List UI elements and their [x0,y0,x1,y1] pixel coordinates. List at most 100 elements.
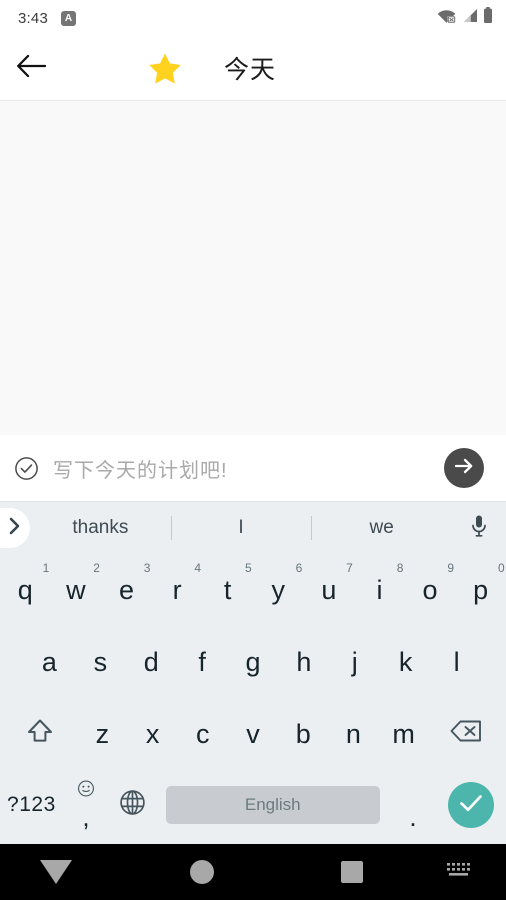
key-h[interactable]: h [278,626,329,698]
key-l[interactable]: l [431,626,482,698]
enter-key[interactable] [436,782,506,828]
keyboard-indicator-icon [446,861,472,884]
key-z[interactable]: z [77,698,127,770]
symbols-key[interactable]: ?123 [0,793,63,817]
key-n[interactable]: n [328,698,378,770]
arrow-left-icon [16,53,47,84]
emoji-smiley-icon[interactable] [78,780,95,797]
system-navigation-bar [0,844,506,900]
comma-key[interactable]: , [63,780,110,833]
key-u[interactable]: 7 u [304,554,355,626]
check-circle-icon[interactable] [14,456,39,481]
key-label: u [321,574,337,605]
period-key[interactable]: . [390,782,437,830]
space-key[interactable]: English [165,786,380,824]
language-switch-key[interactable] [109,789,156,821]
key-r[interactable]: 4 r [152,554,203,626]
page-title: 今天 [224,56,277,84]
comma-label: , [82,802,90,833]
key-d[interactable]: d [126,626,177,698]
key-w[interactable]: 2 w [51,554,102,626]
key-label: t [223,574,232,605]
key-x[interactable]: x [128,698,178,770]
key-e[interactable]: 3 e [101,554,152,626]
key-f[interactable]: f [177,626,228,698]
nav-recents-button[interactable] [292,861,412,883]
keyboard-row-1: 1 q 2 w 3 e 4 r 5 t 6 y 7 u 8 i 9 o 0 p [0,554,506,626]
status-time: 3:43 [18,9,48,27]
key-sup: 0 [497,561,505,575]
arrow-right-icon [453,456,475,481]
key-label: p [473,574,489,605]
note-input-row: 写下今天的计划吧! [0,435,506,501]
nav-recents-square-icon [341,861,363,883]
key-k[interactable]: k [380,626,431,698]
key-sup: 6 [295,561,303,575]
globe-language-icon [119,789,146,821]
key-i[interactable]: 8 i [354,554,405,626]
note-content-area[interactable] [0,101,506,435]
soft-keyboard: thanks I we 1 q 2 w 3 e 4 r 5 t 6 y 7 u … [0,501,506,844]
notification-badge-icon: A [61,10,76,26]
cellular-signal-icon [461,8,478,28]
key-label: o [422,574,438,605]
key-b[interactable]: b [278,698,328,770]
shift-key[interactable] [2,698,77,770]
suggestion-item[interactable]: I [171,517,312,539]
key-q[interactable]: 1 q [0,554,51,626]
note-input-field[interactable]: 写下今天的计划吧! [53,454,444,483]
key-g[interactable]: g [228,626,279,698]
nav-keyboard-indicator[interactable] [412,861,506,884]
expand-suggestions-button[interactable] [0,508,30,548]
key-sup: 1 [42,561,50,575]
battery-icon [483,7,493,29]
phone-screen: 3:43 A 今天 写下今天的计划吧! thanks I we 1 q 2 w … [0,0,506,900]
nav-home-button[interactable] [112,860,292,884]
key-a[interactable]: a [24,626,75,698]
key-y[interactable]: 6 y [253,554,304,626]
key-label: e [118,574,134,605]
key-s[interactable]: s [75,626,126,698]
status-bar: 3:43 A [0,0,506,36]
key-label: w [66,574,86,605]
key-sup: 7 [346,561,353,575]
microphone-icon [470,514,488,543]
key-t[interactable]: 5 t [202,554,253,626]
wifi-off-icon [437,8,456,28]
key-p[interactable]: 0 p [455,554,506,626]
key-c[interactable]: c [178,698,228,770]
microphone-button[interactable] [452,514,506,543]
keyboard-row-3: z x c v b n m [0,698,506,770]
nav-down-triangle-icon [40,860,72,884]
key-sup: 5 [244,561,252,575]
key-label: r [172,574,182,605]
key-label: q [17,574,33,605]
key-j[interactable]: j [329,626,380,698]
back-button[interactable] [0,53,62,84]
key-v[interactable]: v [228,698,278,770]
star-icon[interactable] [148,52,182,85]
app-bar: 今天 [0,36,506,101]
key-sup: 8 [396,561,404,575]
suggestion-item[interactable]: thanks [30,517,171,539]
keyboard-row-2: a s d f g h j k l [0,626,506,698]
check-icon [458,793,484,818]
key-o[interactable]: 9 o [405,554,456,626]
key-label: i [376,574,383,605]
nav-home-circle-icon [190,860,214,884]
status-icons [437,7,493,29]
key-sup: 3 [143,561,151,575]
suggestion-item[interactable]: we [311,517,452,539]
backspace-icon [449,718,483,751]
key-m[interactable]: m [379,698,429,770]
suggestion-strip: thanks I we [0,501,506,554]
suggestions-list: thanks I we [30,517,452,539]
nav-back-button[interactable] [0,860,112,884]
enter-key-circle [448,782,495,828]
backspace-key[interactable] [429,698,504,770]
key-sup: 2 [93,561,100,575]
send-button[interactable] [444,448,484,488]
key-label: y [271,574,286,605]
key-sup: 4 [194,561,202,575]
key-sup: 9 [447,561,455,575]
